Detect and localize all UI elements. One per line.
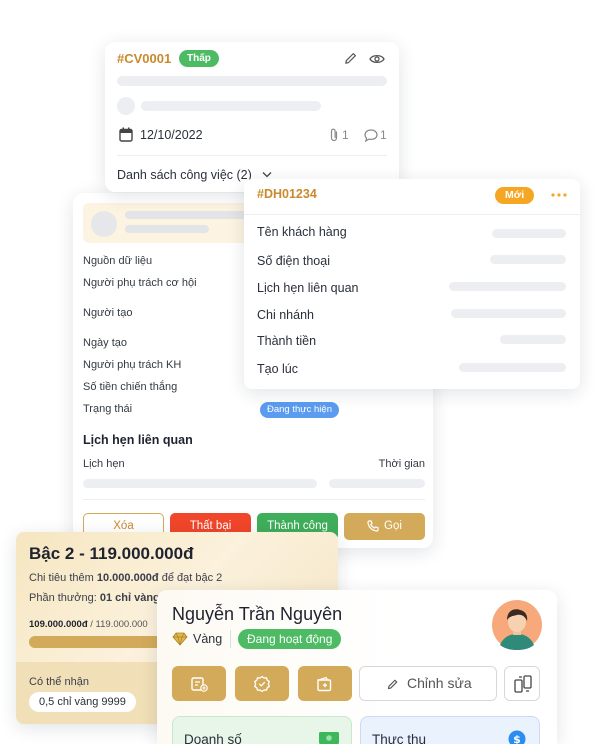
comment-icon [364, 129, 378, 142]
order-field-label: Chi nhánh [257, 308, 314, 322]
field-label: Người phụ trách cơ hội [83, 277, 197, 289]
eye-icon[interactable] [369, 52, 385, 66]
skeleton-avatar [117, 97, 135, 115]
progress-total: / 119.000.000 [90, 619, 148, 630]
skeleton-line [83, 479, 317, 488]
diamond-icon [172, 632, 188, 646]
status-badge: Đang thực hiện [260, 402, 339, 418]
reward-hint: Phần thưởng: 01 chỉ vàng [29, 592, 160, 604]
skeleton-value [451, 309, 566, 318]
chevron-down-icon [262, 172, 272, 178]
section-title: Lịch hẹn liên quan [83, 433, 193, 447]
call-label: Gọi [384, 520, 402, 532]
skeleton-avatar [91, 211, 117, 237]
revenue-tile: Doanh số [172, 716, 352, 744]
spend-hint: Chi tiêu thêm 10.000.000đ để đạt bậc 2 [29, 572, 222, 584]
skeleton-line [329, 479, 425, 488]
customer-profile-card: Nguyễn Trần Nguyên Vàng Đang hoạt động C… [157, 590, 557, 744]
field-label: Nguồn dữ liệu [83, 255, 153, 267]
badge-gear-icon [254, 675, 270, 693]
task-date: 12/10/2022 [140, 128, 203, 142]
status-badge: Đang hoạt động [238, 629, 342, 649]
order-field-label: Lịch hẹn liên quan [257, 281, 359, 295]
column-header-time: Thời gian [378, 458, 425, 470]
collected-tile: Thực thu $ [360, 716, 540, 744]
add-wallet-icon [317, 676, 332, 692]
skeleton-value [449, 282, 566, 291]
order-field-label: Tạo lúc [257, 362, 298, 376]
field-label: Người phụ trách KH [83, 359, 182, 371]
call-button[interactable]: Gọi [344, 513, 425, 540]
money-icon [319, 732, 339, 744]
edit-button[interactable]: Chỉnh sửa [359, 666, 497, 701]
edit-label: Chỉnh sửa [407, 675, 472, 691]
divider [230, 630, 231, 648]
task-list-label: Danh sách công việc (2) [117, 168, 252, 182]
spend-prefix: Chi tiêu thêm [29, 572, 97, 584]
receivable-value: 0,5 chỉ vàng 9999 [29, 692, 136, 712]
skeleton-line [141, 101, 321, 111]
field-label: Số tiền chiến thắng [83, 381, 178, 393]
attachment-count: 1 [342, 128, 349, 142]
add-document-icon [191, 677, 208, 692]
pencil-icon[interactable] [343, 51, 358, 66]
order-code: #DH01234 [257, 187, 317, 201]
calendar-icon [119, 127, 133, 142]
paperclip-icon [330, 128, 338, 142]
reward-value: 01 chỉ vàng [99, 592, 160, 604]
phone-icon [367, 520, 379, 532]
skeleton-value [490, 255, 566, 264]
field-label: Ngày tạo [83, 337, 128, 349]
action-button-3[interactable] [298, 666, 352, 701]
divider [117, 155, 387, 156]
order-field-label: Số điện thoại [257, 254, 330, 268]
order-field-label: Tên khách hàng [257, 225, 347, 239]
comment-count: 1 [380, 128, 387, 142]
svg-text:$: $ [513, 733, 521, 744]
more-icon[interactable] [551, 193, 567, 197]
new-badge: Mới [495, 187, 535, 204]
skeleton-line [125, 225, 209, 233]
field-label: Trạng thái [83, 403, 133, 415]
field-label: Người tạo [83, 307, 133, 319]
dollar-coin-icon: $ [508, 730, 526, 744]
skeleton-line [125, 211, 255, 219]
skeleton-line [117, 76, 387, 86]
priority-badge: Thấp [179, 50, 219, 67]
progress-current: 109.000.000đ [29, 619, 88, 630]
action-button-2[interactable] [235, 666, 289, 701]
transfer-device-button[interactable] [504, 666, 540, 701]
order-field-label: Thành tiền [257, 334, 317, 348]
task-card[interactable]: #CV0001 Thấp 12/10/2022 1 1 Danh sách cô… [105, 42, 399, 192]
opportunity-header [83, 203, 263, 243]
skeleton-value [492, 229, 566, 238]
reward-prefix: Phần thưởng: [29, 592, 100, 604]
column-header-appointment: Lịch hẹn [83, 458, 125, 470]
customer-name: Nguyễn Trần Nguyên [172, 604, 343, 624]
action-button-1[interactable] [172, 666, 226, 701]
tier-label: Vàng [193, 632, 223, 646]
spend-suffix: để đạt bậc 2 [158, 572, 223, 584]
order-card: #DH01234 Mới Tên khách hàng Số điện thoạ… [244, 179, 580, 389]
level-title: Bậc 2 - 119.000.000đ [29, 544, 194, 563]
skeleton-value [500, 335, 566, 344]
task-code: #CV0001 [117, 51, 172, 66]
spend-amount: 10.000.000đ [96, 572, 159, 584]
divider [244, 214, 580, 215]
revenue-label: Doanh số [184, 732, 242, 744]
collected-label: Thực thu [372, 732, 427, 744]
pencil-icon [387, 679, 398, 690]
skeleton-value [459, 363, 566, 372]
device-transfer-icon [514, 675, 532, 693]
receivable-label: Có thể nhận [29, 676, 89, 688]
divider [83, 499, 425, 500]
avatar [492, 600, 542, 650]
progress-text: 109.000.000đ / 119.000.000 [29, 619, 148, 630]
